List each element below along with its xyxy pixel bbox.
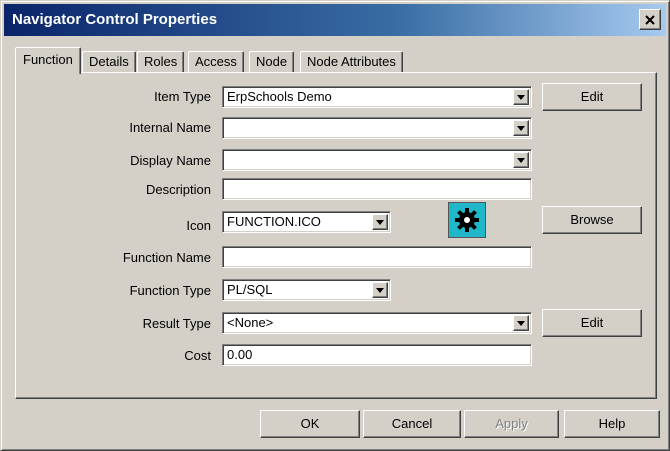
tab-label: Access [195,54,237,69]
icon-label: Icon [186,218,211,233]
chevron-down-icon [517,320,525,326]
chevron-down-icon [517,94,525,100]
apply-button[interactable]: Apply [464,410,559,438]
icon-value: FUNCTION.ICO [227,214,321,229]
tab-label: Function [23,52,73,67]
tab-label: Roles [144,54,178,69]
icon-dropdown-button[interactable] [372,214,388,230]
close-icon [645,14,655,25]
icon-select[interactable]: FUNCTION.ICO [222,211,391,233]
internal-name-dropdown-button[interactable] [513,120,529,136]
help-button[interactable]: Help [564,410,660,438]
cancel-button[interactable]: Cancel [363,410,461,438]
item-type-label: Item Type [154,89,211,104]
result-type-dropdown-button[interactable] [513,315,529,331]
item-type-dropdown-button[interactable] [513,89,529,105]
chevron-down-icon [517,157,525,163]
close-button[interactable] [639,9,661,30]
chevron-down-icon [376,219,384,225]
result-type-edit-button[interactable]: Edit [542,309,642,337]
window-title: Navigator Control Properties [12,11,218,28]
function-name-field[interactable] [222,246,532,268]
icon-browse-button[interactable]: Browse [542,206,642,234]
tab-function[interactable]: Function [15,47,81,74]
item-type-value: ErpSchools Demo [227,89,332,104]
tab-node[interactable]: Node [249,51,295,73]
function-type-label: Function Type [129,283,211,298]
dialog-window: Navigator Control Properties Function De… [0,0,670,451]
tab-access[interactable]: Access [188,51,244,73]
title-bar[interactable]: Navigator Control Properties [4,4,666,36]
display-name-dropdown-button[interactable] [513,152,529,168]
chevron-down-icon [517,125,525,131]
chevron-down-icon [376,287,384,293]
icon-preview [448,202,486,238]
result-type-select[interactable]: <None> [222,312,532,334]
tab-roles[interactable]: Roles [137,51,185,73]
internal-name-label: Internal Name [129,120,211,135]
ok-button[interactable]: OK [260,410,360,438]
item-type-edit-button[interactable]: Edit [542,83,642,111]
function-type-select[interactable]: PL/SQL [222,279,391,301]
tab-node-attributes[interactable]: Node Attributes [300,51,403,73]
cost-field[interactable]: 0.00 [222,344,532,366]
internal-name-select[interactable] [222,117,532,139]
tab-label: Node Attributes [307,54,396,69]
item-type-select[interactable]: ErpSchools Demo [222,86,532,108]
result-type-value: <None> [227,315,274,330]
tab-details[interactable]: Details [82,51,136,73]
display-name-select[interactable] [222,149,532,171]
tab-label: Node [256,54,288,69]
description-field[interactable] [222,178,532,200]
description-label: Description [145,182,211,197]
display-name-label: Display Name [130,153,211,168]
cost-label: Cost [184,348,211,363]
gear-icon [455,208,479,232]
function-type-value: PL/SQL [227,282,273,297]
function-type-dropdown-button[interactable] [372,282,388,298]
result-type-label: Result Type [142,316,211,331]
function-name-label: Function Name [122,250,211,265]
tab-label: Details [89,54,129,69]
